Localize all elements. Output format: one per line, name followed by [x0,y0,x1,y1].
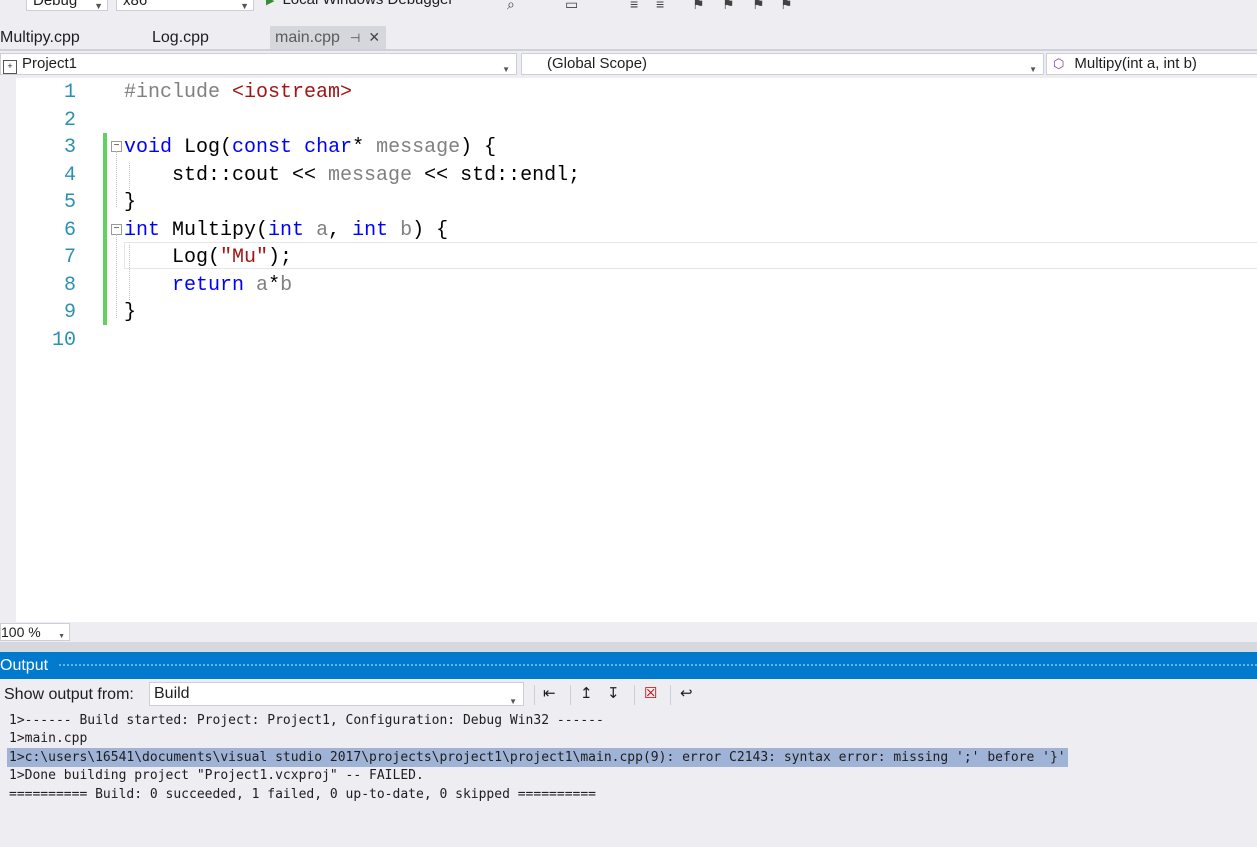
line-number: 8 [63,274,76,297]
line-number: 2 [63,109,76,132]
previous-message-icon[interactable]: ↥ [580,684,593,702]
code-line: #include <iostream> [124,81,353,104]
current-line-highlight [124,242,1257,269]
bookmark-clear-icon[interactable]: ⚑ [780,0,793,13]
align-right-icon[interactable]: ≡ [656,0,664,12]
window-icon[interactable]: ▭ [565,0,578,13]
project-dropdown[interactable]: + Project1 ▼ [0,53,517,75]
code-line: int Multipy(int a, int b) { [124,219,449,242]
close-icon[interactable]: ✕ [368,29,380,45]
line-number: 1 [63,81,76,104]
output-source-dropdown[interactable]: Build ▼ [149,682,524,706]
configuration-dropdown[interactable]: Debug ▼ [26,0,108,11]
line-number: 5 [63,191,76,214]
platform-value: x86 [123,0,148,9]
tab-label: Multipy.cpp [0,29,80,46]
separator [634,685,635,705]
zoom-value: 100 % [1,624,41,640]
document-tabs: Multipy.cpp Log.cpp main.cpp ⊣ ✕ [0,26,1257,49]
output-line: 1>Done building project "Project1.vcxpro… [9,768,424,783]
chevron-down-icon: ▼ [502,65,510,74]
bookmark-next-icon[interactable]: ⚑ [752,0,765,13]
output-text[interactable]: 1>------ Build started: Project: Project… [0,711,1257,847]
chevron-down-icon: ▼ [240,1,249,11]
code-line: std::cout << message << std::endl; [124,164,581,187]
scope-dropdown[interactable]: (Global Scope) ▼ [521,53,1044,75]
output-pane-title: Output [0,652,1257,679]
method-icon: ⬡ [1053,56,1065,71]
output-title: Output [0,657,49,674]
project-value: Project1 [22,55,78,72]
code-line: return a*b [172,274,293,297]
output-source-value: Build [154,685,190,702]
tab-log-cpp[interactable]: Log.cpp [152,26,209,49]
bookmark-icon[interactable]: ⚑ [692,0,705,13]
code-line: } [124,301,137,324]
clear-all-icon[interactable]: ☒ [644,684,657,702]
run-label: Local Windows Debugger [282,0,453,8]
change-marker [103,133,107,325]
configuration-value: Debug [33,0,78,9]
code-editor[interactable]: − − 1 2 3 4 5 6 7 8 9 10 #include <iostr… [0,78,1257,622]
title-grip [58,663,1257,668]
main-toolbar: Debug ▼ x86 ▼ ▶Local Windows Debugger ⌕ … [0,0,1257,14]
tab-multipy-cpp[interactable]: Multipy.cpp [0,26,80,49]
show-output-label: Show output from: [4,686,134,703]
separator [534,685,535,705]
find-icon[interactable]: ⌕ [507,0,515,13]
separator [670,685,671,705]
panel-splitter[interactable] [0,642,1257,652]
platform-dropdown[interactable]: x86 ▼ [116,0,254,11]
line-number: 6 [63,219,76,242]
scope-value: (Global Scope) [547,55,648,72]
output-line-selected[interactable]: 1>c:\users\16541\documents\visual studio… [7,748,1068,767]
line-number: 9 [63,301,76,324]
chevron-down-icon: ▼ [1029,65,1037,74]
member-dropdown[interactable]: ⬡ Multipy(int a, int b) [1046,53,1257,75]
navigation-bar: + Project1 ▼ (Global Scope) ▼ ⬡ Multipy(in… [0,51,1257,78]
line-number: 10 [51,329,76,352]
output-toolbar: Show output from: Build ▼ ⇤ ↥ ↧ ☒ ↩ [0,679,1257,711]
pin-icon[interactable]: ⊣ [350,31,360,45]
editor-status-bar: 100 % ▼ [0,622,1257,642]
output-line: ========== Build: 0 succeeded, 1 failed,… [9,787,596,802]
code-line: Log("Mu"); [124,246,293,269]
zoom-dropdown[interactable]: 100 % ▼ [0,623,70,641]
member-value: Multipy(int a, int b) [1074,55,1197,72]
code-line: } [124,191,137,214]
line-number: 4 [63,164,76,187]
separator [570,685,571,705]
tab-main-cpp[interactable]: main.cpp ⊣ ✕ [270,26,387,49]
output-line: 1>------ Build started: Project: Project… [9,713,604,728]
bookmark-prev-icon[interactable]: ⚑ [722,0,735,13]
start-debugging-button[interactable]: ▶ Local Windows Debugger [266,0,453,10]
play-icon: ▶ [266,0,275,7]
align-left-icon[interactable]: ≡ [630,0,638,12]
chevron-down-icon: ▼ [94,1,103,11]
outline-guide [116,151,117,207]
next-message-icon[interactable]: ↧ [607,684,620,702]
code-line: void Log(const char* message) { [124,136,497,159]
outline-guide [116,234,117,318]
editor-margin [0,78,16,622]
word-wrap-icon[interactable]: ↩ [680,684,693,702]
find-message-icon[interactable]: ⇤ [543,684,556,702]
project-icon: + [3,60,17,74]
line-number: 3 [63,136,76,159]
tab-label: Log.cpp [152,29,209,46]
chevron-down-icon: ▼ [509,697,517,706]
output-line: 1>main.cpp [9,731,88,746]
line-number: 7 [63,246,76,269]
tab-label: main.cpp [275,29,340,46]
